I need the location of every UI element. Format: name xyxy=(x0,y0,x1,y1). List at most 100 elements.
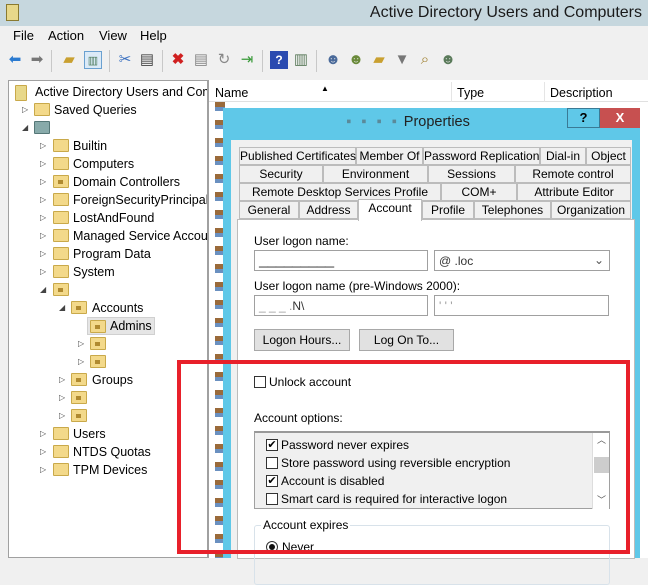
account-option[interactable]: ✔ Account is disabled xyxy=(266,474,586,490)
expand-icon[interactable]: ▷ xyxy=(59,375,65,384)
tab-com-[interactable]: COM+ xyxy=(441,183,517,201)
pre2000-domain-input[interactable]: _ _ _ .N\ xyxy=(254,295,428,316)
column-type[interactable]: Type xyxy=(457,86,484,100)
collapse-icon[interactable]: ◢ xyxy=(59,303,65,312)
tab-password-replication[interactable]: Password Replication xyxy=(423,147,540,165)
tab-environment[interactable]: Environment xyxy=(323,165,428,183)
paste-icon[interactable]: ▤ xyxy=(138,51,156,69)
tree-domain[interactable]: ◢ xyxy=(9,119,207,137)
action-pane-icon[interactable]: ▥ xyxy=(292,51,310,69)
option-checkbox[interactable]: ✔ xyxy=(266,439,278,451)
tab-profile[interactable]: Profile xyxy=(422,201,474,219)
expand-icon[interactable]: ▷ xyxy=(40,267,46,276)
option-checkbox[interactable]: ✔ xyxy=(266,475,278,487)
tree-ou[interactable]: ▷ xyxy=(9,335,207,353)
tab-telephones[interactable]: Telephones xyxy=(474,201,551,219)
expand-icon[interactable]: ▷ xyxy=(40,195,46,204)
collapse-icon[interactable]: ◢ xyxy=(22,123,28,132)
expand-icon[interactable]: ▷ xyxy=(40,159,46,168)
tab-dial-in[interactable]: Dial-in xyxy=(540,147,586,165)
tree-item[interactable]: ▷ Managed Service Accoun xyxy=(9,227,207,245)
tree-root[interactable]: Active Directory Users and Com xyxy=(9,83,207,101)
column-description[interactable]: Description xyxy=(550,86,613,100)
expand-icon[interactable]: ▷ xyxy=(40,447,46,456)
log-on-to-button[interactable]: Log On To... xyxy=(359,329,454,351)
expand-icon[interactable]: ▷ xyxy=(40,249,46,258)
filter-icon[interactable]: ▼ xyxy=(393,51,411,69)
expand-icon[interactable]: ▷ xyxy=(78,357,84,366)
cut-icon[interactable]: ✂ xyxy=(116,51,134,69)
close-button[interactable]: X xyxy=(600,108,640,128)
tree-groups[interactable]: ▷ Groups xyxy=(9,371,207,389)
find-icon[interactable]: ⌕ xyxy=(416,51,434,69)
tab-object[interactable]: Object xyxy=(586,147,631,165)
tree-ou[interactable]: ▷ xyxy=(9,389,207,407)
account-options-list[interactable]: ✔ Password never expires Store password us… xyxy=(254,431,610,509)
tab-organization[interactable]: Organization xyxy=(551,201,631,219)
tab-general[interactable]: General xyxy=(239,201,299,219)
delete-icon[interactable]: ✖ xyxy=(169,51,187,69)
never-radio[interactable] xyxy=(266,541,278,553)
expand-icon[interactable]: ▷ xyxy=(22,105,28,114)
tab-account[interactable]: Account xyxy=(358,199,422,221)
help-icon[interactable]: ? xyxy=(270,51,288,69)
tree-item[interactable]: ▷ Domain Controllers xyxy=(9,173,207,191)
account-option[interactable]: Store password using reversible encrypti… xyxy=(266,456,586,472)
option-checkbox[interactable] xyxy=(266,457,278,469)
tree-saved-queries[interactable]: ▷ Saved Queries xyxy=(9,101,207,119)
new-user-icon[interactable]: ☻ xyxy=(324,51,342,69)
back-icon[interactable]: ⬅ xyxy=(6,51,24,69)
tree-ou[interactable]: ▷ xyxy=(9,407,207,425)
menu-view[interactable]: View xyxy=(99,28,127,43)
expand-icon[interactable]: ▷ xyxy=(40,429,46,438)
tree-item[interactable]: ▷ Builtin xyxy=(9,137,207,155)
option-checkbox[interactable] xyxy=(266,493,278,505)
expand-icon[interactable]: ▷ xyxy=(59,411,65,420)
menu-action[interactable]: Action xyxy=(48,28,84,43)
user-logon-name-input[interactable]: ▁▁▁▁▁▁▁▁▁ xyxy=(254,250,428,271)
add-to-group-icon[interactable]: ☻ xyxy=(439,51,457,69)
menu-file[interactable]: File xyxy=(13,28,34,43)
tab-member-of[interactable]: Member Of xyxy=(356,147,423,165)
help-button[interactable]: ? xyxy=(567,108,600,128)
expand-icon[interactable]: ▷ xyxy=(59,393,65,402)
expand-icon[interactable]: ▷ xyxy=(78,339,84,348)
tree-item[interactable]: ▷ Computers xyxy=(9,155,207,173)
tree-admins-selected[interactable]: Admins xyxy=(87,317,155,335)
expand-icon[interactable]: ▷ xyxy=(40,465,46,474)
scrollbar[interactable]: ︿ ﹀ xyxy=(592,433,609,509)
expand-icon[interactable]: ▷ xyxy=(40,177,46,186)
column-name[interactable]: Name xyxy=(215,86,248,100)
tab-published-certificates[interactable]: Published Certificates xyxy=(239,147,356,165)
upn-suffix-select[interactable]: @ .loc ⌄ xyxy=(434,250,610,271)
tree-item[interactable]: ▷ TPM Devices xyxy=(9,461,207,479)
tab-remote-control[interactable]: Remote control xyxy=(515,165,631,183)
pre2000-username-input[interactable]: ' ' ' xyxy=(434,295,609,316)
new-ou-icon[interactable]: ▰ xyxy=(370,51,388,69)
tree-item[interactable]: ▷ ForeignSecurityPrincipals xyxy=(9,191,207,209)
export-list-icon[interactable]: ⇥ xyxy=(238,51,256,69)
tab-attribute-editor[interactable]: Attribute Editor xyxy=(517,183,631,201)
expand-icon[interactable]: ▷ xyxy=(40,141,46,150)
tree-item[interactable]: ▷ Users xyxy=(9,425,207,443)
scroll-up-icon[interactable]: ︿ xyxy=(597,433,606,446)
expand-icon[interactable]: ▷ xyxy=(40,213,46,222)
account-option[interactable]: Smart card is required for interactive l… xyxy=(266,492,586,508)
tab-sessions[interactable]: Sessions xyxy=(428,165,515,183)
tree-ou[interactable]: ▷ xyxy=(9,353,207,371)
menu-help[interactable]: Help xyxy=(140,28,167,43)
new-group-icon[interactable]: ☻ xyxy=(347,51,365,69)
scroll-down-icon[interactable]: ﹀ xyxy=(597,493,606,506)
tree-ou-parent[interactable]: ◢ xyxy=(9,281,207,299)
collapse-icon[interactable]: ◢ xyxy=(40,285,46,294)
tree-item[interactable]: ▷ Program Data xyxy=(9,245,207,263)
show-hide-console-tree-icon[interactable]: ▥ xyxy=(84,51,102,69)
account-option[interactable]: ✔ Password never expires xyxy=(266,438,586,454)
tree-item[interactable]: ▷ LostAndFound xyxy=(9,209,207,227)
tab-address[interactable]: Address xyxy=(299,201,358,219)
tree-item[interactable]: ▷ System xyxy=(9,263,207,281)
logon-hours-button[interactable]: Logon Hours... xyxy=(254,329,350,351)
scroll-thumb[interactable] xyxy=(594,457,609,473)
forward-icon[interactable]: ➡ xyxy=(28,51,46,69)
up-folder-icon[interactable]: ▰ xyxy=(60,51,78,69)
